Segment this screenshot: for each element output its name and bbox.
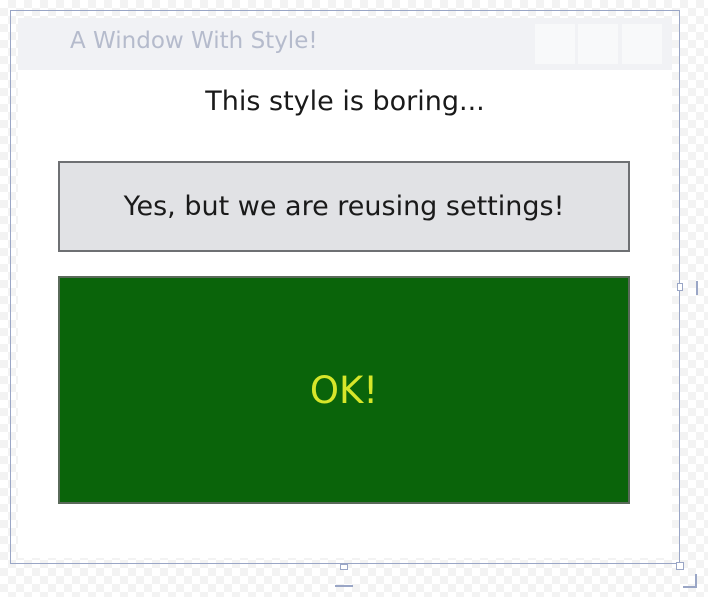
- bottom-resize-handle[interactable]: [340, 564, 348, 570]
- bottom-resize-grip[interactable]: [335, 585, 353, 587]
- reuse-settings-button-label: Yes, but we are reusing settings!: [123, 191, 565, 222]
- right-resize-grip[interactable]: [696, 281, 698, 295]
- ok-button[interactable]: OK!: [58, 276, 630, 504]
- boring-style-label: This style is boring...: [205, 86, 485, 117]
- close-button[interactable]: [622, 24, 662, 64]
- maximize-button[interactable]: [578, 24, 618, 64]
- app-window: A Window With Style! This style is borin…: [18, 18, 672, 558]
- window-title: A Window With Style!: [70, 28, 318, 54]
- ok-button-label: OK!: [309, 368, 379, 412]
- corner-resize-grip[interactable]: [683, 574, 697, 588]
- window-content: This style is boring... Yes, but we are …: [18, 70, 672, 558]
- corner-resize-handle[interactable]: [676, 562, 684, 570]
- reuse-settings-button[interactable]: Yes, but we are reusing settings!: [58, 161, 630, 252]
- right-resize-handle[interactable]: [677, 283, 683, 291]
- title-bar[interactable]: A Window With Style!: [18, 18, 672, 70]
- minimize-button[interactable]: [535, 24, 575, 64]
